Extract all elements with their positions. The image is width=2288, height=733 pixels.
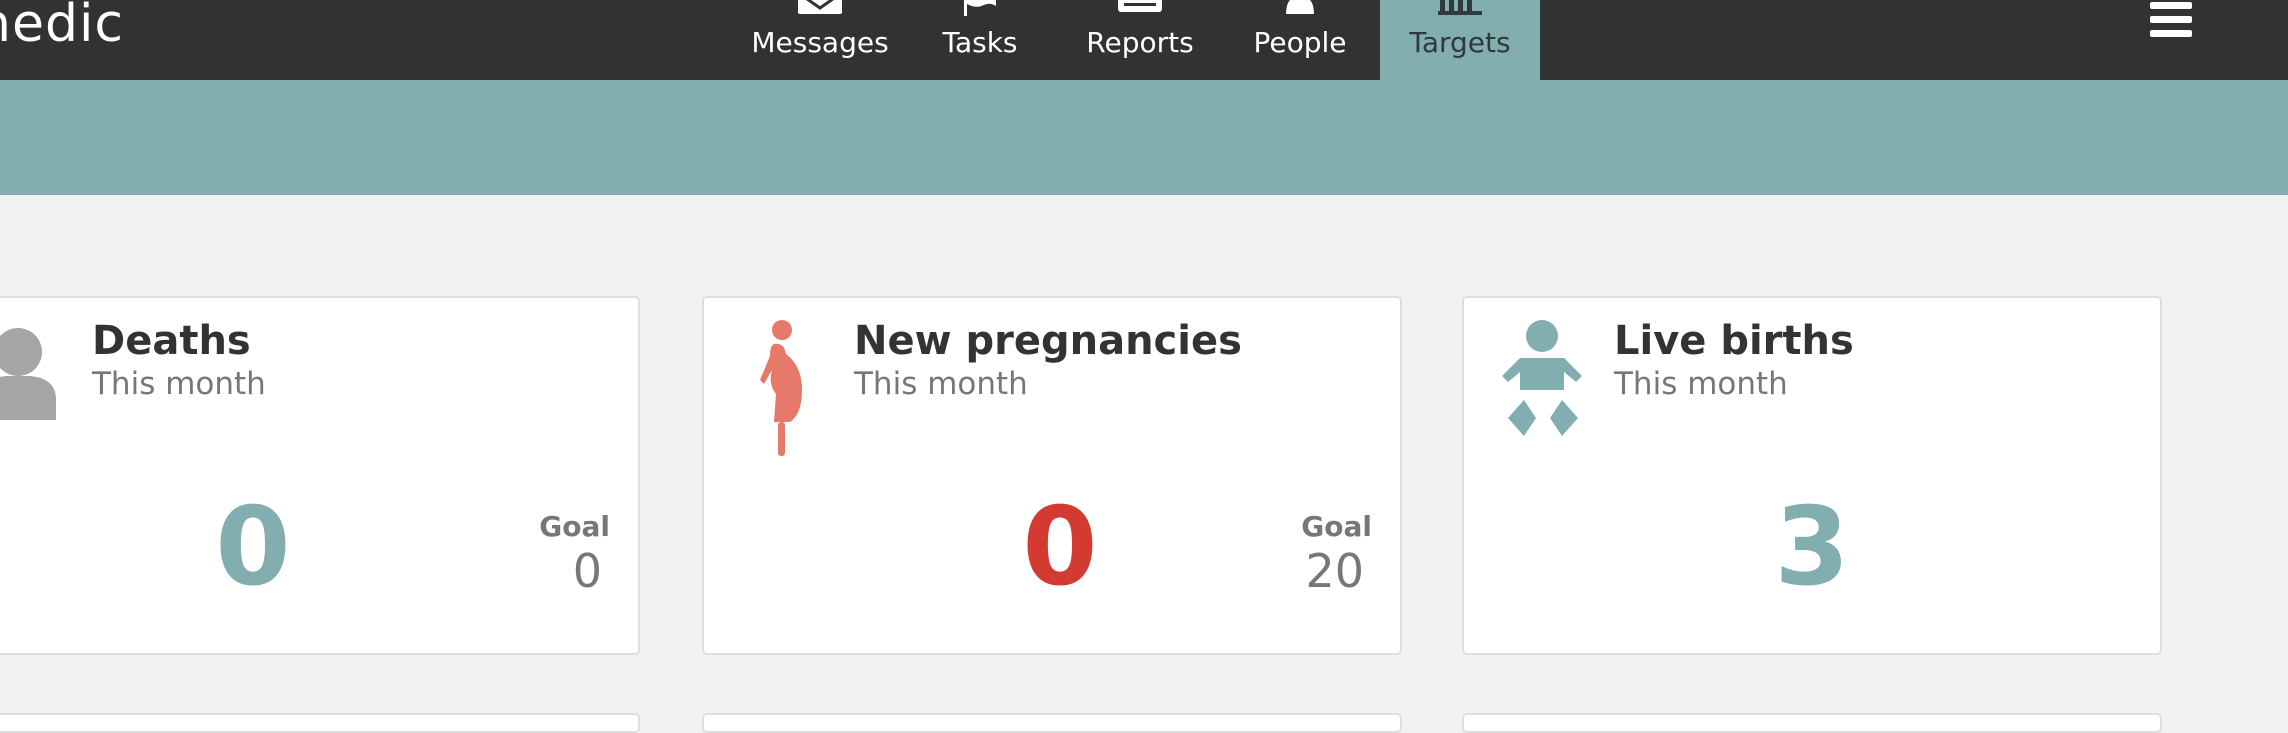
brand-logo: nedic: [0, 0, 124, 54]
card-title: New pregnancies: [854, 318, 1242, 364]
target-value: 0: [1022, 485, 1098, 610]
page-header-band: [0, 80, 2288, 195]
goal-value: 0: [572, 544, 602, 598]
tab-messages[interactable]: Messages: [748, 0, 892, 80]
top-navigation-bar: nedic Messages Tasks Reports People: [0, 0, 2288, 80]
person-silhouette-icon: [0, 328, 56, 420]
envelope-icon: [798, 0, 842, 14]
target-card-partial: [702, 713, 1402, 733]
target-card-partial: [1462, 713, 2162, 733]
card-period: This month: [1614, 366, 1788, 402]
tab-tasks[interactable]: Tasks: [926, 0, 1034, 80]
target-value: 0: [215, 485, 291, 610]
tab-label: Messages: [751, 26, 889, 59]
card-period: This month: [854, 366, 1028, 402]
tab-label: Tasks: [942, 26, 1018, 59]
target-card-deaths: Deaths This month 0 Goal 0: [0, 296, 640, 655]
tab-reports[interactable]: Reports: [1076, 0, 1204, 80]
tab-targets[interactable]: Targets: [1380, 0, 1540, 80]
goal-value: 20: [1305, 544, 1364, 598]
hamburger-menu-icon[interactable]: [2150, 0, 2194, 46]
target-value: 3: [1774, 485, 1850, 610]
tab-label: Reports: [1086, 26, 1194, 59]
target-card-partial: [0, 713, 640, 733]
goal-label: Goal: [539, 510, 610, 543]
tab-label: People: [1253, 26, 1347, 59]
card-period: This month: [92, 366, 266, 402]
card-title: Deaths: [92, 318, 251, 364]
goal-label: Goal: [1301, 510, 1372, 543]
flag-icon: [964, 0, 996, 16]
bar-chart-icon: [1438, 0, 1482, 15]
tab-people[interactable]: People: [1246, 0, 1354, 80]
pregnant-woman-icon: [760, 320, 802, 456]
tab-label: Targets: [1409, 26, 1511, 59]
target-card-live-births: Live births This month 3: [1462, 296, 2162, 655]
person-icon: [1286, 0, 1314, 14]
baby-icon: [1502, 320, 1582, 436]
target-card-new-pregnancies: New pregnancies This month 0 Goal 20: [702, 296, 1402, 655]
card-title: Live births: [1614, 318, 1854, 364]
list-icon: [1118, 0, 1162, 12]
